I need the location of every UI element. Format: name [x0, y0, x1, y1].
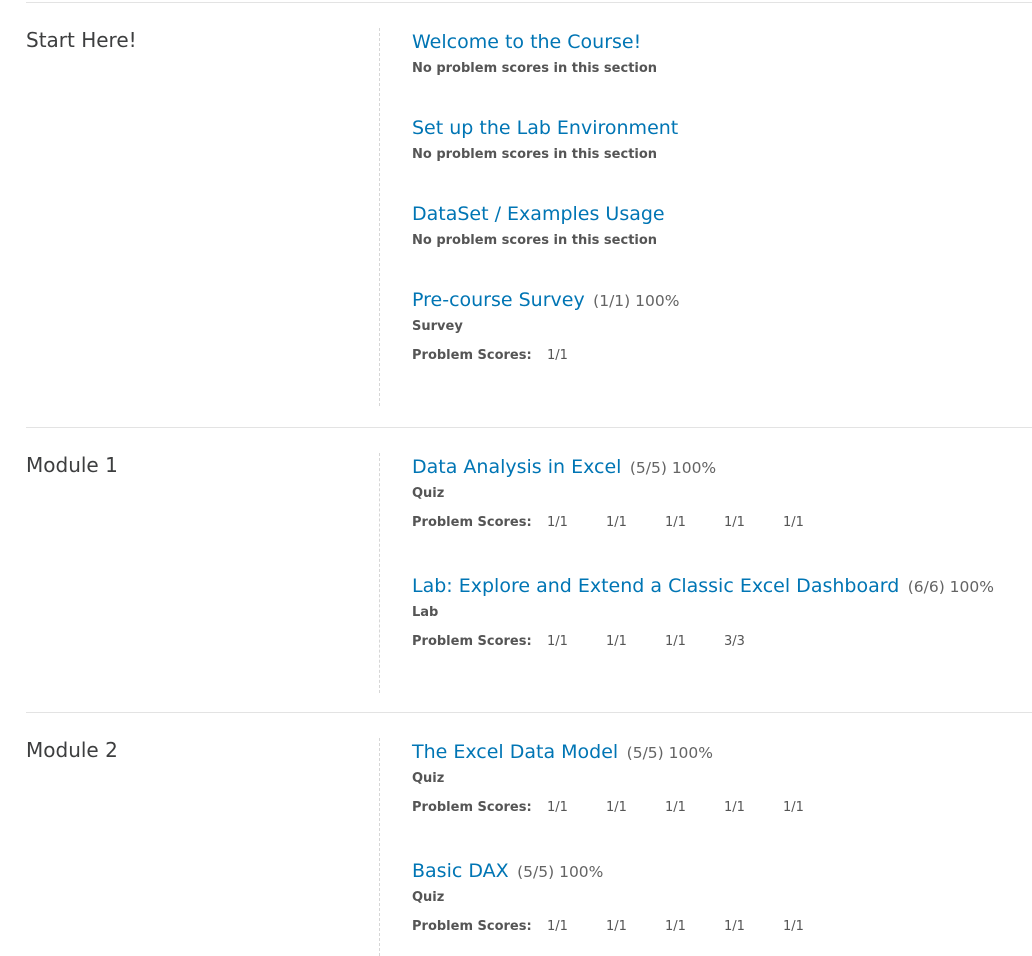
problem-score: 1/1: [606, 634, 627, 649]
section-item: Pre-course Survey (1/1) 100% Survey Prob…: [412, 286, 679, 365]
problem-scores-row: Problem Scores: 1/1 1/1 1/1 1/1 1/1: [412, 799, 842, 817]
problem-scores-label: Problem Scores:: [412, 348, 532, 363]
problem-score: 1/1: [606, 515, 627, 530]
problem-scores-row: Problem Scores: 1/1: [412, 347, 679, 365]
section-heading: Data Analysis in Excel (5/5) 100%: [412, 453, 842, 483]
section-score: (1/1) 100%: [593, 292, 680, 310]
problem-score: 1/1: [665, 634, 686, 649]
section-heading: The Excel Data Model (5/5) 100%: [412, 738, 842, 768]
problem-score: 1/1: [724, 515, 745, 530]
problem-scores-label: Problem Scores:: [412, 919, 532, 934]
problem-score: 1/1: [606, 919, 627, 934]
problem-score: 1/1: [665, 515, 686, 530]
chapter-divider: [379, 28, 380, 406]
no-scores-note: No problem scores in this section: [412, 233, 658, 248]
problem-scores-label: Problem Scores:: [412, 634, 532, 649]
section-type: Quiz: [412, 771, 445, 786]
section-link-lab-environment[interactable]: Set up the Lab Environment: [412, 117, 678, 139]
section-heading: DataSet / Examples Usage: [412, 200, 665, 230]
problem-score: 1/1: [547, 634, 568, 649]
chapter-title: Module 1: [26, 453, 118, 477]
section-type: Survey: [412, 319, 463, 334]
chapter-divider: [379, 738, 380, 956]
problem-score: 1/1: [724, 800, 745, 815]
problem-score: 1/1: [724, 919, 745, 934]
section-item: Lab: Explore and Extend a Classic Excel …: [412, 572, 994, 651]
section-link-dataset-usage[interactable]: DataSet / Examples Usage: [412, 203, 665, 225]
chapter-separator: [26, 427, 1032, 428]
no-scores-note: No problem scores in this section: [412, 147, 658, 162]
problem-score: 1/1: [665, 919, 686, 934]
problem-score: 1/1: [547, 515, 568, 530]
section-heading: Set up the Lab Environment: [412, 114, 678, 144]
section-link-pre-course-survey[interactable]: Pre-course Survey: [412, 289, 585, 311]
section-link-basic-dax[interactable]: Basic DAX: [412, 860, 509, 882]
section-link-welcome[interactable]: Welcome to the Course!: [412, 31, 641, 53]
section-heading: Lab: Explore and Extend a Classic Excel …: [412, 572, 994, 602]
section-score: (6/6) 100%: [907, 578, 994, 596]
chapter-title: Module 2: [26, 738, 118, 762]
chapter-divider: [379, 453, 380, 693]
section-item: Set up the Lab Environment No problem sc…: [412, 114, 678, 164]
problem-scores-label: Problem Scores:: [412, 800, 532, 815]
section-item: Data Analysis in Excel (5/5) 100% Quiz P…: [412, 453, 842, 532]
section-score: (5/5) 100%: [629, 459, 717, 477]
problem-scores-row: Problem Scores: 1/1 1/1 1/1 1/1 1/1: [412, 514, 842, 532]
section-heading: Welcome to the Course!: [412, 28, 657, 58]
progress-page: Start Here! Welcome to the Course! No pr…: [0, 0, 1032, 956]
section-link-data-analysis-excel[interactable]: Data Analysis in Excel: [412, 456, 621, 478]
problem-scores-row: Problem Scores: 1/1 1/1 1/1 1/1 1/1: [412, 918, 842, 936]
section-type: Lab: [412, 605, 439, 620]
section-heading: Basic DAX (5/5) 100%: [412, 857, 842, 887]
section-type: Quiz: [412, 486, 445, 501]
problem-score: 1/1: [665, 800, 686, 815]
problem-score: 1/1: [783, 919, 804, 934]
problem-score: 1/1: [547, 348, 568, 363]
problem-scores-row: Problem Scores: 1/1 1/1 1/1 3/3: [412, 633, 994, 651]
problem-score: 1/1: [783, 800, 804, 815]
section-score: (5/5) 100%: [626, 744, 713, 762]
problem-score: 1/1: [547, 800, 568, 815]
section-heading: Pre-course Survey (1/1) 100%: [412, 286, 679, 316]
problem-score: 3/3: [724, 634, 745, 649]
section-item: DataSet / Examples Usage No problem scor…: [412, 200, 665, 250]
chapter-separator: [26, 712, 1032, 713]
problem-score: 1/1: [783, 515, 804, 530]
section-item: The Excel Data Model (5/5) 100% Quiz Pro…: [412, 738, 842, 817]
section-type: Quiz: [412, 890, 445, 905]
problem-score: 1/1: [547, 919, 568, 934]
section-score: (5/5) 100%: [517, 863, 604, 881]
section-item: Basic DAX (5/5) 100% Quiz Problem Scores…: [412, 857, 842, 936]
section-item: Welcome to the Course! No problem scores…: [412, 28, 657, 78]
section-link-excel-data-model[interactable]: The Excel Data Model: [412, 741, 618, 763]
problem-score: 1/1: [606, 800, 627, 815]
problem-scores-label: Problem Scores:: [412, 515, 532, 530]
section-link-excel-dashboard-lab[interactable]: Lab: Explore and Extend a Classic Excel …: [412, 575, 899, 597]
chapter-separator: [26, 2, 1032, 3]
no-scores-note: No problem scores in this section: [412, 61, 658, 76]
chapter-title: Start Here!: [26, 28, 137, 52]
